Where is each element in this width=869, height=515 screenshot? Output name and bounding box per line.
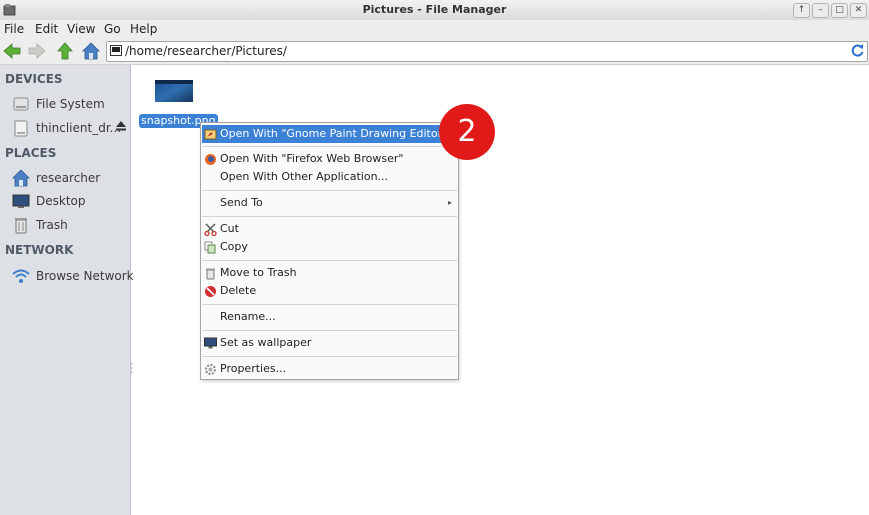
sidebar-item-label: File System — [36, 97, 105, 111]
sidebar-item-desktop[interactable]: Desktop — [12, 191, 128, 211]
menu-separator — [202, 304, 457, 305]
context-menu: Open With "Gnome Paint Drawing Editor" O… — [200, 122, 459, 380]
sidebar-item-file-system[interactable]: File System — [12, 94, 128, 114]
home-icon[interactable] — [82, 42, 100, 60]
menu-item-cut[interactable]: Cut — [202, 220, 457, 238]
home-icon — [12, 169, 30, 187]
menu-separator — [202, 146, 457, 147]
menu-item-label: Set as wallpaper — [220, 336, 312, 349]
sidebar-item-trash[interactable]: Trash — [12, 215, 128, 235]
monitor-icon — [204, 337, 217, 349]
menu-item-label: Delete — [220, 284, 257, 297]
network-header: NETWORK — [5, 243, 74, 257]
copy-icon — [204, 241, 216, 254]
firefox-icon — [205, 154, 216, 165]
sidebar: DEVICES File System thinclient_dr... PLA… — [0, 65, 134, 515]
menu-item-rename[interactable]: Rename... — [202, 308, 457, 326]
desktop-icon — [12, 194, 30, 208]
refresh-icon[interactable] — [851, 43, 865, 57]
eject-icon[interactable] — [116, 121, 126, 131]
menu-item-send-to[interactable]: Send To ▸ — [202, 194, 457, 212]
image-thumbnail[interactable] — [155, 80, 193, 102]
menu-separator — [202, 356, 457, 357]
menu-item-open-with-other[interactable]: Open With Other Application... — [202, 168, 457, 186]
menu-item-open-with-firefox[interactable]: Open With "Firefox Web Browser" — [202, 150, 457, 168]
paint-icon — [204, 129, 217, 140]
step-number-badge: 2 — [439, 104, 495, 160]
menu-view[interactable]: View — [67, 22, 95, 36]
menu-help[interactable]: Help — [130, 22, 157, 36]
back-arrow-icon[interactable] — [3, 42, 21, 60]
menu-item-label: Move to Trash — [220, 266, 297, 279]
drive-icon — [110, 45, 122, 56]
window-shade-button[interactable]: ↑ — [793, 3, 810, 18]
window-title: Pictures - File Manager — [362, 3, 507, 16]
delete-icon — [205, 286, 216, 297]
toolbar: /home/researcher/Pictures/ — [0, 39, 869, 65]
menu-separator — [202, 260, 457, 261]
window-maximize-button[interactable]: □ — [831, 3, 848, 18]
menu-go[interactable]: Go — [104, 22, 121, 36]
menu-item-label: Open With "Firefox Web Browser" — [220, 152, 404, 165]
menu-file[interactable]: File — [4, 22, 24, 36]
scissors-icon — [204, 223, 217, 236]
sidebar-item-researcher[interactable]: researcher — [12, 168, 128, 188]
menu-separator — [202, 330, 457, 331]
gear-icon — [205, 364, 216, 375]
drive-icon — [14, 120, 28, 137]
menu-item-label: Open With "Gnome Paint Drawing Editor" — [220, 127, 448, 140]
up-arrow-icon[interactable] — [56, 42, 74, 60]
wifi-icon — [12, 269, 30, 283]
menu-item-label: Open With Other Application... — [220, 170, 389, 183]
menu-item-copy[interactable]: Copy — [202, 238, 457, 256]
forward-arrow-icon[interactable] — [28, 42, 46, 60]
submenu-arrow-icon: ▸ — [447, 198, 452, 207]
menu-item-delete[interactable]: Delete — [202, 282, 457, 300]
trash-icon — [206, 268, 215, 280]
location-bar[interactable]: /home/researcher/Pictures/ — [106, 41, 868, 62]
menu-item-label: Send To — [220, 196, 263, 209]
sidebar-item-label: Desktop — [36, 194, 86, 208]
window-close-button[interactable]: ✕ — [850, 3, 867, 18]
menu-edit[interactable]: Edit — [35, 22, 58, 36]
sidebar-item-browse-network[interactable]: Browse Network — [12, 266, 134, 286]
menu-item-label: Cut — [220, 222, 239, 235]
menu-separator — [202, 216, 457, 217]
sidebar-item-label: Trash — [36, 218, 68, 232]
sidebar-item-thinclient-drive[interactable]: thinclient_dr... — [12, 118, 128, 138]
places-header: PLACES — [5, 146, 57, 160]
window-minimize-button[interactable]: – — [812, 3, 829, 18]
menu-item-label: Copy — [220, 240, 248, 253]
trash-icon — [15, 218, 27, 234]
title-bar: Pictures - File Manager ↑ – □ ✕ — [0, 0, 869, 21]
menu-separator — [202, 190, 457, 191]
sidebar-item-label: researcher — [36, 171, 101, 185]
location-path: /home/researcher/Pictures/ — [125, 44, 287, 58]
menu-item-properties[interactable]: Properties... — [202, 360, 457, 378]
sidebar-item-label: thinclient_dr... — [36, 121, 122, 135]
menu-item-label: Properties... — [220, 362, 287, 375]
menu-bar: File Edit View Go Help — [0, 20, 869, 39]
menu-item-open-with-gnome-paint[interactable]: Open With "Gnome Paint Drawing Editor" — [202, 125, 457, 143]
menu-item-move-to-trash[interactable]: Move to Trash — [202, 264, 457, 282]
menu-item-label: Rename... — [220, 310, 276, 323]
devices-header: DEVICES — [5, 72, 63, 86]
sidebar-item-label: Browse Network — [36, 269, 134, 283]
menu-item-set-as-wallpaper[interactable]: Set as wallpaper — [202, 334, 457, 352]
harddisk-icon — [13, 97, 29, 111]
